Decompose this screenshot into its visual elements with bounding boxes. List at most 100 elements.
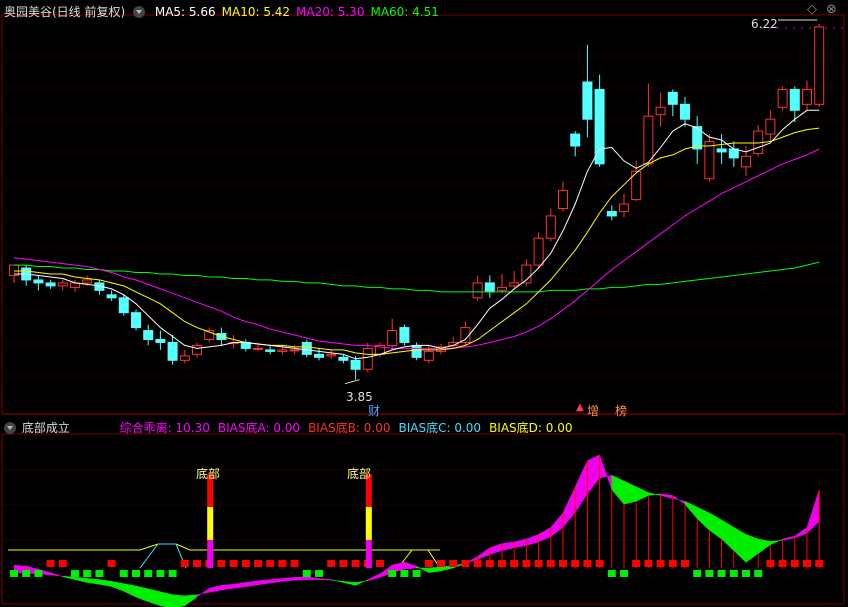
signal-square xyxy=(412,570,421,577)
signal-square xyxy=(254,560,262,567)
event-arrow-icon: ▲ xyxy=(576,402,584,413)
signal-square xyxy=(107,560,116,567)
indicator-legend-item: BIAS底D: 0.00 xyxy=(489,421,573,435)
bias-band xyxy=(587,454,600,495)
signal-square xyxy=(803,560,811,567)
candle-down xyxy=(338,356,349,361)
signal-square xyxy=(376,560,384,567)
candle-down xyxy=(594,88,605,165)
candle-up xyxy=(289,349,300,352)
candle-down xyxy=(131,312,141,329)
candle-up xyxy=(423,350,434,361)
finance-marker[interactable]: 财 xyxy=(368,402,380,419)
signal-square xyxy=(790,560,799,567)
signal-square xyxy=(119,570,128,577)
candle-up xyxy=(82,279,93,284)
signal-square xyxy=(229,560,238,567)
signal-square xyxy=(644,560,653,567)
signal-square xyxy=(681,560,689,567)
candle-up xyxy=(533,237,544,266)
bias-band xyxy=(330,579,344,583)
candle-down xyxy=(45,282,56,287)
rank-marker[interactable]: 榜 xyxy=(615,402,627,419)
candle-up xyxy=(192,344,202,355)
candle-up xyxy=(387,330,398,346)
bias-band xyxy=(526,533,539,546)
candle-down xyxy=(680,103,690,120)
increase-marker[interactable]: 增 xyxy=(587,402,599,419)
bias-band xyxy=(501,541,515,551)
signal-square xyxy=(400,570,409,577)
signal-square xyxy=(546,560,555,567)
bias-band xyxy=(733,526,747,563)
bias-band xyxy=(86,578,100,585)
bias-band xyxy=(489,543,503,556)
ma-legend-item: MA5: 5.66 xyxy=(154,5,216,19)
marker-dot xyxy=(809,27,811,29)
indicator-title[interactable]: 底部成立 xyxy=(22,421,70,435)
indicator-legend: 综合乖离: 10.30 BIAS底A: 0.00 BIAS底B: 0.00 BIAS底… xyxy=(120,421,581,435)
ma-legend-item: MA10: 5.42 xyxy=(221,5,291,19)
signal-square xyxy=(278,560,287,567)
bias-band xyxy=(343,581,356,586)
signal-square xyxy=(71,570,79,577)
bias-band xyxy=(135,585,149,603)
signal-square xyxy=(180,560,189,567)
bias-band xyxy=(428,566,442,573)
candle-down xyxy=(350,359,361,370)
signal-square xyxy=(705,570,714,577)
bias-band xyxy=(355,579,369,586)
stock-title[interactable]: 奥园美谷(日线 前复权) xyxy=(4,5,125,19)
chevron-down-icon[interactable] xyxy=(133,6,146,18)
candle-up xyxy=(802,88,812,105)
signal-square xyxy=(632,560,641,567)
signal-square xyxy=(132,570,140,577)
bias-band xyxy=(367,573,381,582)
bias-band xyxy=(745,533,759,563)
candle-down xyxy=(143,330,154,340)
candle-up xyxy=(741,155,751,168)
kline-chart[interactable] xyxy=(0,0,848,607)
candle-up xyxy=(704,141,715,180)
indicator-legend-item: BIAS底B: 0.00 xyxy=(308,421,391,435)
bias-band xyxy=(623,480,637,505)
signal-square xyxy=(46,560,55,567)
signal-square xyxy=(193,560,201,567)
close-icon[interactable]: ⊗ xyxy=(826,2,837,17)
signal-square xyxy=(498,560,506,567)
candle-up xyxy=(253,347,263,350)
candle-up xyxy=(179,355,190,361)
candle-down xyxy=(106,294,117,299)
candle-down xyxy=(716,148,727,153)
bias-band xyxy=(782,535,796,541)
signal-square xyxy=(437,560,445,567)
candle-down xyxy=(570,133,581,147)
signal-square xyxy=(559,560,567,567)
bottom-bar-yellow xyxy=(365,507,372,540)
candle-up xyxy=(509,282,520,287)
indicator-legend-item: BIAS底A: 0.00 xyxy=(217,421,301,435)
signal-square xyxy=(156,570,165,577)
candle-up xyxy=(277,349,288,352)
candle-up xyxy=(643,115,654,165)
signal-square xyxy=(668,560,677,567)
bias-band xyxy=(721,519,735,552)
bias-band xyxy=(196,587,210,598)
bias-band xyxy=(172,594,186,607)
marker-dot xyxy=(801,27,803,29)
bias-band xyxy=(806,489,820,534)
signal-square xyxy=(461,560,470,567)
chevron-down-icon[interactable] xyxy=(4,422,16,434)
ma-legend: MA5: 5.66 MA10: 5.42 MA20: 5.30 MA60: 4.51 xyxy=(149,5,439,19)
candle-down xyxy=(667,91,678,105)
bias-band xyxy=(599,454,613,490)
signal-square xyxy=(266,560,275,567)
candle-down xyxy=(399,327,410,343)
collapse-icon[interactable]: ◇ xyxy=(807,2,817,17)
indicator-legend-item: BIAS底C: 0.00 xyxy=(398,421,482,435)
ma60-line xyxy=(14,261,820,293)
candle-down xyxy=(118,297,129,314)
bias-band xyxy=(50,572,64,578)
bias-band xyxy=(160,591,173,607)
bias-band xyxy=(294,576,308,581)
